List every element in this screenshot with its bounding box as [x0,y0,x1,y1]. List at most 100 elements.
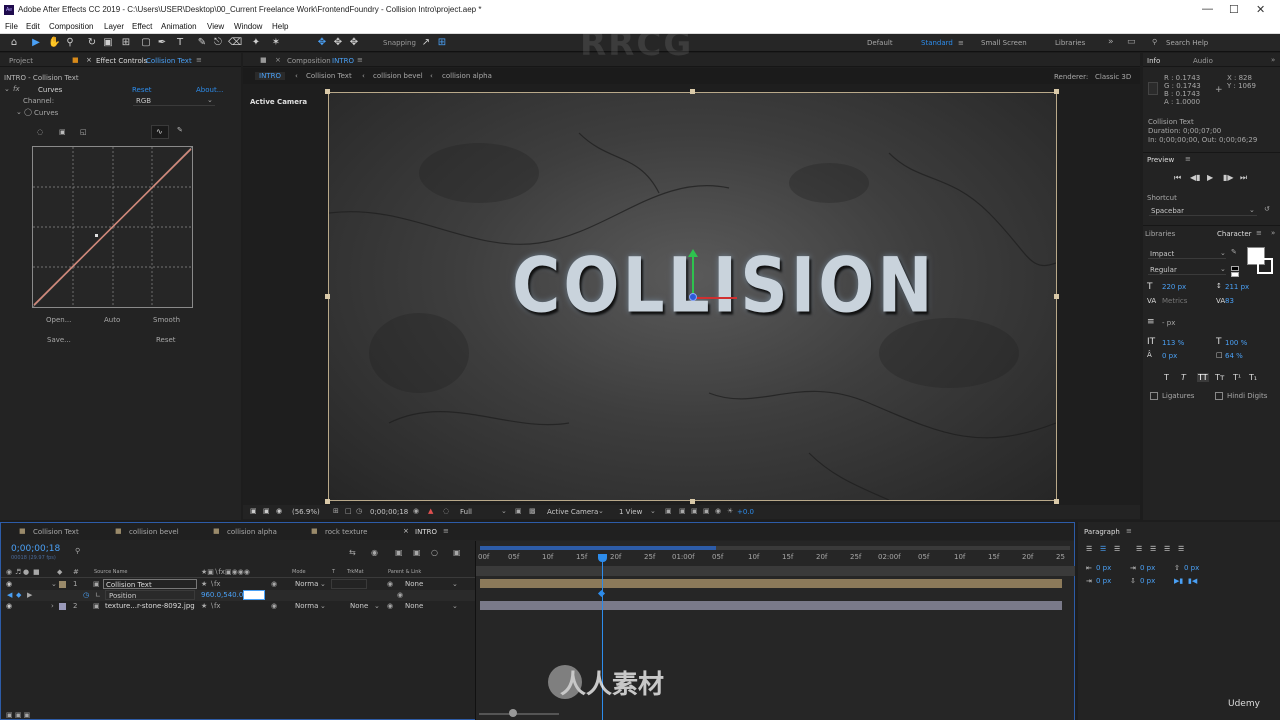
layer-handle[interactable] [325,89,330,94]
breadcrumb-intro[interactable]: INTRO [255,72,285,80]
close-tab-icon[interactable]: × [403,527,409,535]
align-right-icon[interactable]: ☰ [1114,545,1120,553]
menu-layer[interactable]: Layer [104,22,124,31]
vertical-scale-value[interactable]: 113 % [1162,339,1184,347]
effect-reset-link[interactable]: Reset [132,86,152,94]
motion-blur-icon[interactable]: ○ [431,548,438,557]
time-ruler[interactable]: 00f 05f 10f 15f 20f 25f 01:00f 05f 10f 1… [476,553,1075,565]
graph-editor-icon[interactable]: ▣ [453,548,461,557]
align-center-icon[interactable]: ☰ [1100,545,1106,553]
superscript-icon[interactable]: T¹ [1233,373,1241,382]
character-menu-icon[interactable]: ≡ [1256,229,1262,237]
pan-behind-tool-icon[interactable]: ⊞ [120,37,132,49]
breadcrumb-collision-bevel[interactable]: collision bevel [373,72,423,80]
eraser-tool-icon[interactable]: ⌫ [228,37,242,49]
timeline-tab-collision-text[interactable]: Collision Text [33,528,79,536]
more-panels-icon[interactable]: » [1271,56,1275,64]
tab-libraries[interactable]: Libraries [1145,230,1175,238]
timeline-tab-collision-bevel[interactable]: collision bevel [129,528,179,536]
view-layout-dropdown[interactable]: 1 View [619,508,642,516]
layer-switches-icon[interactable]: ★ ∖fx [201,602,221,610]
layer-handle[interactable] [690,499,695,504]
resolution-dropdown[interactable]: Full [460,508,472,516]
layer-2-duration-bar[interactable] [480,601,1062,610]
show-channel-icon[interactable]: ▲ [428,507,433,515]
expand-layer-icon[interactable]: ⌄ [51,580,57,588]
timeline-menu-icon[interactable]: ≡ [443,527,449,535]
expand-layer-icon[interactable]: › [51,602,54,610]
justify-center-icon[interactable]: ☰ [1150,545,1156,553]
first-line-indent-value[interactable]: 0 px [1096,577,1111,585]
local-axis-icon[interactable]: ✥ [316,37,328,49]
align-left-icon[interactable]: ☰ [1086,545,1092,553]
indent-right-value[interactable]: 0 px [1140,564,1155,572]
curves-reset-button[interactable]: Reset [156,336,176,344]
x-axis-gizmo[interactable] [693,297,737,299]
first-frame-icon[interactable]: ⏮ [1174,173,1181,183]
kerning-value[interactable]: Metrics [1162,297,1187,305]
3d-layer-icon[interactable]: ◉ [271,602,277,610]
layer-switches-icon[interactable]: ★ ∖fx [201,580,221,588]
effect-controls-layer[interactable]: Collision Text [146,57,192,65]
close-tab-icon[interactable]: × [86,56,92,64]
subscript-icon[interactable]: T₁ [1249,373,1257,382]
breadcrumb-collision-text[interactable]: Collision Text [306,72,352,80]
font-family-dropdown[interactable]: Impact ⌄ [1148,248,1226,259]
timeline-tab-intro[interactable]: INTRO [415,528,437,536]
chevron-down-icon[interactable]: ⌄ [501,507,507,515]
screen-icon[interactable]: ▭ [1127,37,1136,47]
curves-open-button[interactable]: Open... [46,316,71,324]
more-tabs-icon[interactable]: » [1271,229,1275,237]
next-frame-icon[interactable]: ▮▶ [1223,173,1234,182]
tracking-value[interactable]: 83 [1225,297,1234,305]
workspace-small-screen[interactable]: Small Screen [981,39,1027,47]
tab-character[interactable]: Character [1217,230,1252,238]
rectangle-tool-icon[interactable]: ▢ [140,37,152,49]
vr-icon[interactable]: ▣ [263,507,270,515]
paragraph-menu-icon[interactable]: ≡ [1126,527,1132,535]
eyedropper-icon[interactable]: ✎ [1231,248,1237,256]
view-axis-icon[interactable]: ✥ [348,37,360,49]
ltr-direction-icon[interactable]: ▶▮ [1174,577,1183,585]
space-before-value[interactable]: 0 px [1184,564,1199,572]
play-icon[interactable]: ▶ [1207,173,1213,182]
timeline-tab-rock-texture[interactable]: rock texture [325,528,367,536]
curve-small-icon[interactable]: ▣ [56,126,70,140]
prev-frame-icon[interactable]: ◀▮ [1190,173,1201,182]
black-swatch[interactable] [1231,266,1239,271]
keyframe-next-icon[interactable]: ▶ [27,591,32,599]
comp-tab-name[interactable]: INTRO [332,57,354,65]
workspace-default[interactable]: Default [867,39,893,47]
3d-layer-icon[interactable]: ◉ [271,580,277,588]
comp-lock-icon[interactable]: ■ [260,56,267,64]
roi-icon[interactable]: ▣ [515,507,522,515]
close-icon[interactable]: ✕ [1256,3,1265,16]
preview-menu-icon[interactable]: ≡ [1185,155,1191,163]
layer-name[interactable]: texture...r-stone-8092.jpg [105,602,195,610]
tab-info[interactable]: Info [1147,57,1160,65]
effect-about-link[interactable]: About... [196,86,223,94]
menu-effect[interactable]: Effect [132,22,152,31]
chevron-down-icon[interactable]: ⌄ [374,602,380,610]
resolution-icon[interactable]: ◉ [276,507,282,515]
faux-bold-icon[interactable]: T [1164,373,1169,382]
indent-left-value[interactable]: 0 px [1096,564,1111,572]
horizontal-scale-value[interactable]: 100 % [1225,339,1247,347]
fast-preview-icon[interactable]: ▣ [679,507,686,515]
camera-dropdown[interactable]: Active Camera [547,508,598,516]
more-workspaces-icon[interactable]: » [1108,37,1114,47]
shortcut-dropdown[interactable]: Spacebar ⌄ [1149,205,1257,216]
tab-project[interactable]: Project [9,57,33,65]
last-frame-icon[interactable]: ⏭ [1240,173,1247,183]
exposure-value[interactable]: +0.0 [737,508,754,516]
maximize-icon[interactable]: ☐ [1229,3,1239,16]
timeline-timecode[interactable]: 0;00;00;18 [11,544,60,554]
layer-handle[interactable] [1054,499,1059,504]
rtl-direction-icon[interactable]: ▮◀ [1188,577,1197,585]
viewer-timecode[interactable]: 0;00;00;18 [370,508,408,516]
all-caps-icon[interactable]: TT [1197,373,1209,382]
eye-icon[interactable]: ◉ [6,602,12,610]
tab-audio[interactable]: Audio [1193,57,1213,65]
hindi-digits-checkbox[interactable] [1215,392,1223,400]
table-row[interactable]: ◉ ⌄ 1 ▣ Collision Text ★ ∖fx ◉ Norma ⌄ ◉… [1,579,475,590]
